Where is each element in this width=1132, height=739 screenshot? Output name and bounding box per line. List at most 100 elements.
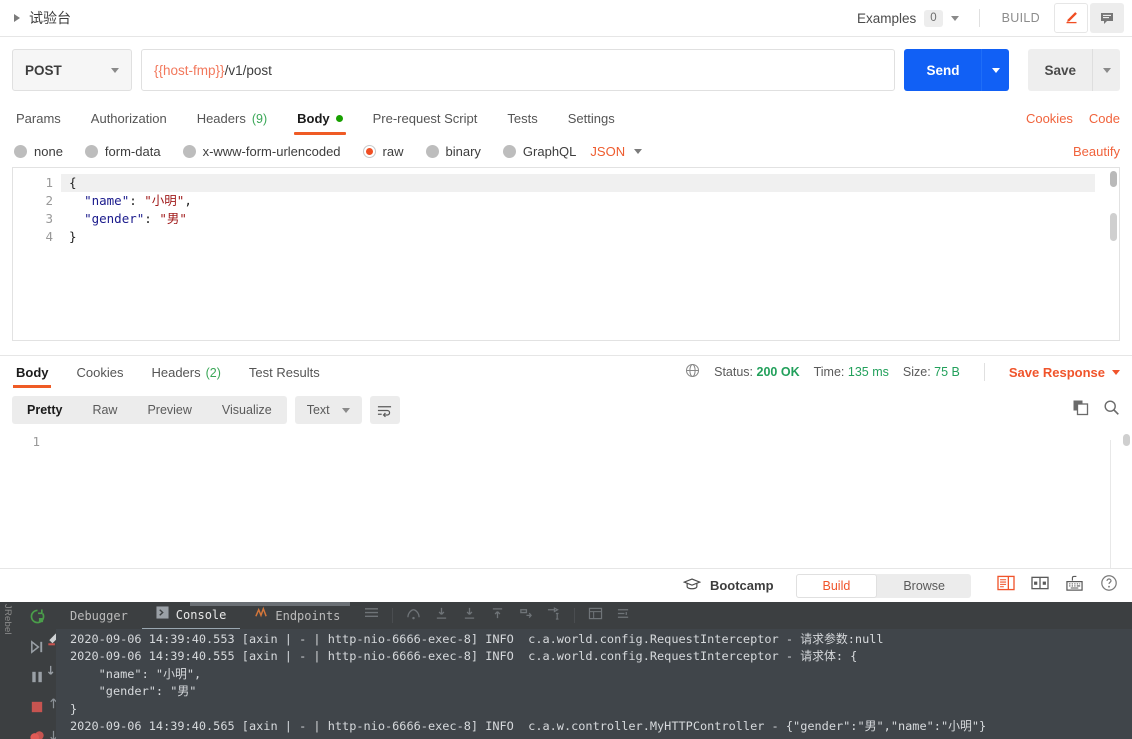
chevron-down-icon	[1103, 68, 1111, 73]
examples-dropdown[interactable]: Examples 0	[857, 10, 969, 27]
response-scrollbar[interactable]	[1123, 434, 1130, 534]
tab-settings[interactable]: Settings	[553, 111, 630, 135]
editor-line-numbers: 1 2 3 4	[13, 168, 61, 246]
editor-code[interactable]: { "name": "小明", "gender": "男" }	[61, 168, 1119, 246]
two-pane-layout-icon[interactable]	[997, 575, 1015, 596]
build-toggle[interactable]: Build	[796, 574, 878, 598]
line-number: 1	[32, 434, 40, 449]
scrollbar-thumb[interactable]	[1110, 171, 1117, 187]
browse-toggle[interactable]: Browse	[877, 574, 971, 598]
view-mode-visualize[interactable]: Visualize	[207, 396, 287, 424]
response-format-value: Text	[307, 403, 330, 417]
ide-tab-debugger[interactable]: Debugger	[56, 603, 142, 629]
ide-tab-endpoints[interactable]: Endpoints	[240, 603, 354, 629]
keyboard-shortcuts-icon[interactable]	[1065, 575, 1084, 597]
body-type-label: none	[34, 144, 63, 159]
response-tabs: Body Cookies Headers (2) Test Results St…	[0, 356, 1132, 388]
body-type-form-data[interactable]: form-data	[85, 144, 161, 159]
radio-icon	[183, 145, 196, 158]
step-into-icon[interactable]	[434, 607, 449, 625]
body-type-binary[interactable]: binary	[426, 144, 481, 159]
editor-scrollbar[interactable]	[1109, 171, 1117, 339]
view-mode-preview[interactable]: Preview	[132, 396, 206, 424]
request-tab-title[interactable]: 试验台	[14, 8, 71, 28]
ide-horizontal-scrollbar[interactable]	[190, 602, 350, 606]
chevron-down-icon[interactable]	[634, 149, 642, 154]
response-tab-cookies[interactable]: Cookies	[63, 365, 138, 388]
request-body-editor[interactable]: 1 2 3 4 { "name": "小明", "gender": "男" }	[12, 167, 1120, 341]
help-icon[interactable]	[1100, 574, 1118, 597]
search-icon[interactable]	[1103, 399, 1120, 421]
tab-tests[interactable]: Tests	[492, 111, 552, 135]
url-input[interactable]: {{host-fmp}}/v1/post	[141, 49, 895, 91]
divider	[392, 608, 393, 623]
response-format-select[interactable]: Text	[295, 396, 362, 424]
comment-icon[interactable]	[1090, 3, 1124, 33]
settings-icon[interactable]	[616, 607, 631, 625]
body-type-none[interactable]: none	[14, 144, 63, 159]
body-type-raw[interactable]: raw	[363, 144, 404, 159]
response-tab-body[interactable]: Body	[12, 365, 63, 388]
send-button[interactable]: Send	[904, 49, 981, 91]
tab-authorization[interactable]: Authorization	[76, 111, 182, 135]
body-type-graphql[interactable]: GraphQL	[503, 144, 576, 159]
jrebel-label: JRebel	[2, 604, 13, 635]
bootcamp-button[interactable]: Bootcamp	[683, 577, 774, 594]
endpoints-icon	[254, 603, 268, 629]
scrollbar-thumb[interactable]	[1123, 434, 1130, 446]
postman-window: 试验台 Examples 0 BUILD	[0, 0, 1132, 739]
save-response-label: Save Response	[1009, 365, 1105, 380]
radio-icon	[503, 145, 516, 158]
cookies-link[interactable]: Cookies	[1026, 111, 1073, 126]
scrollbar-thumb-secondary[interactable]	[1110, 213, 1117, 241]
step-over-icon[interactable]	[406, 607, 421, 625]
code-link[interactable]: Code	[1089, 111, 1120, 126]
body-type-row: none form-data x-www-form-urlencoded raw…	[0, 135, 1132, 167]
chevron-down-icon[interactable]	[1112, 370, 1120, 375]
tab-title-text: 试验台	[29, 8, 71, 28]
save-button[interactable]: Save	[1028, 49, 1092, 91]
http-method-select[interactable]: POST	[12, 49, 132, 91]
response-meta: Status: 200 OK Time: 135 ms Size: 75 B S…	[685, 363, 1120, 388]
beautify-button[interactable]: Beautify	[1073, 144, 1120, 159]
divider	[574, 608, 575, 623]
copy-icon[interactable]	[1072, 399, 1089, 421]
ide-console-output[interactable]: 2020-09-06 14:39:40.553 [axin | - | http…	[56, 629, 1132, 739]
code-brace-open: {	[69, 175, 77, 190]
step-out-icon[interactable]	[490, 607, 505, 625]
word-wrap-icon[interactable]	[370, 396, 400, 424]
evaluate-icon[interactable]	[588, 607, 603, 625]
chevron-down-icon[interactable]	[951, 16, 959, 21]
force-step-into-icon[interactable]	[462, 607, 477, 625]
log-line: 2020-09-06 14:39:40.555 [axin | - | http…	[70, 649, 857, 663]
tab-pre-request-script[interactable]: Pre-request Script	[358, 111, 493, 135]
code-key-name: "name"	[84, 193, 129, 208]
expand-arrow-icon[interactable]	[14, 14, 20, 22]
pencil-icon[interactable]	[1054, 3, 1088, 33]
send-options-button[interactable]	[981, 49, 1009, 91]
ide-tab-console[interactable]: Console	[142, 602, 241, 630]
view-mode-raw[interactable]: Raw	[77, 396, 132, 424]
raw-format-select[interactable]: JSON	[590, 144, 642, 159]
tab-headers[interactable]: Headers (9)	[182, 111, 282, 135]
status-bar-icons	[997, 574, 1118, 597]
chevron-down-icon[interactable]	[111, 68, 119, 73]
response-tab-test-results[interactable]: Test Results	[235, 365, 334, 388]
line-number: 2	[13, 192, 53, 210]
response-tab-headers[interactable]: Headers (2)	[137, 365, 234, 388]
view-mode-pretty[interactable]: Pretty	[12, 396, 77, 424]
save-response-button[interactable]: Save Response	[1009, 365, 1120, 380]
chevron-down-icon[interactable]	[342, 408, 350, 413]
run-to-cursor-icon[interactable]	[546, 607, 561, 625]
save-options-button[interactable]	[1092, 49, 1120, 91]
response-body-viewer[interactable]: 1	[0, 434, 1132, 542]
body-type-x-www-form-urlencoded[interactable]: x-www-form-urlencoded	[183, 144, 341, 159]
radio-icon	[85, 145, 98, 158]
list-icon[interactable]	[364, 607, 379, 625]
split-pane-icon[interactable]	[1031, 575, 1049, 596]
tab-body[interactable]: Body	[282, 111, 358, 135]
drop-frame-icon[interactable]	[518, 607, 533, 625]
examples-count: 0	[924, 10, 942, 27]
log-line: 2020-09-06 14:39:40.553 [axin | - | http…	[70, 632, 884, 646]
tab-params[interactable]: Params	[12, 111, 76, 135]
